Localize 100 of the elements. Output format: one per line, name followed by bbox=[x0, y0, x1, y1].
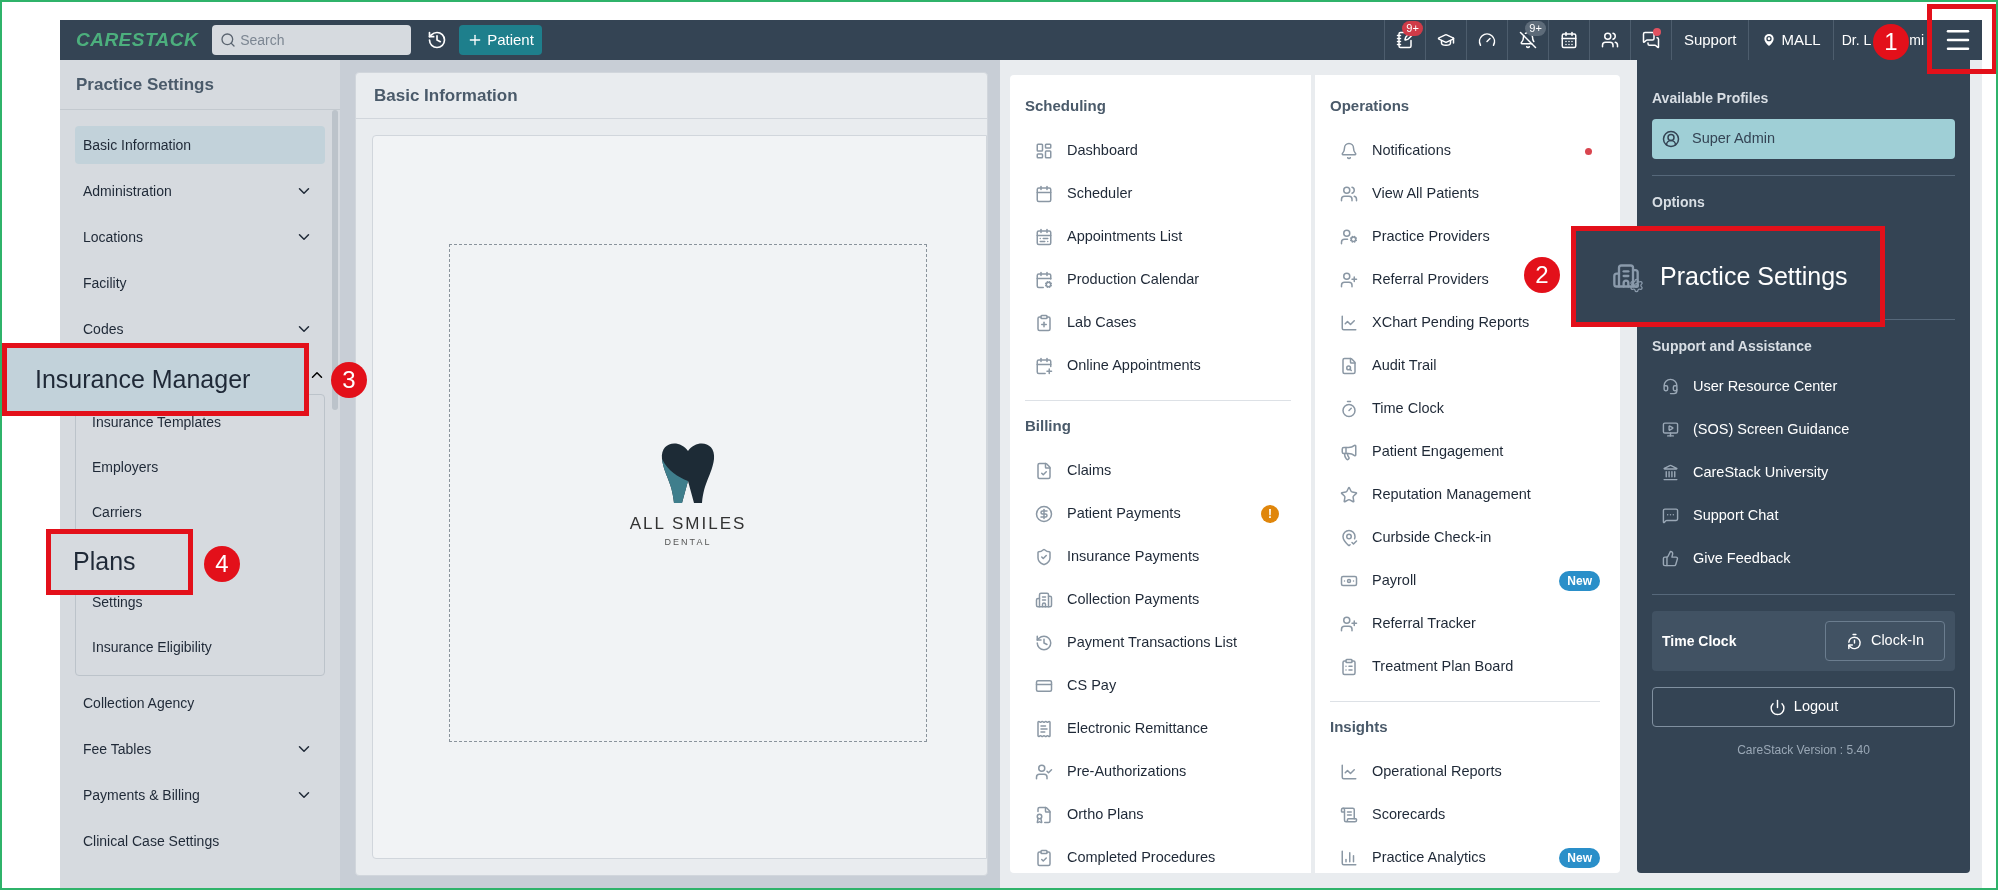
logo-name: ALL SMILES bbox=[629, 512, 747, 535]
file-search-icon bbox=[1340, 357, 1358, 375]
menu-item[interactable]: Payroll bbox=[1372, 570, 1417, 592]
sidebar-subitem[interactable]: Insurance Templates bbox=[92, 413, 221, 430]
graduation-cap-icon bbox=[1436, 31, 1455, 49]
logout-button[interactable]: Logout bbox=[1652, 687, 1955, 727]
practice-settings-link[interactable]: Practice Settings bbox=[1660, 257, 1848, 296]
sidebar-item[interactable]: Collection Agency bbox=[75, 692, 325, 714]
menu-item[interactable]: Scheduler bbox=[1067, 183, 1133, 205]
menu-item[interactable]: Treatment Plan Board bbox=[1372, 656, 1514, 678]
calendar-plus-icon bbox=[1035, 357, 1053, 375]
menu-item[interactable]: Operational Reports bbox=[1372, 760, 1502, 783]
menu-item[interactable]: Patient Payments bbox=[1067, 502, 1181, 525]
menu-item[interactable]: Payment Transactions List bbox=[1067, 631, 1238, 654]
timer-icon bbox=[1340, 400, 1358, 418]
calendar-gear-icon bbox=[1035, 271, 1053, 289]
support-link[interactable]: Support Chat bbox=[1693, 504, 1779, 527]
file-badge-icon bbox=[1035, 805, 1053, 824]
support-link[interactable]: CareStack University bbox=[1693, 461, 1829, 484]
megaphone-icon bbox=[1340, 443, 1358, 461]
sidebar-subitem[interactable]: Insurance Eligibility bbox=[92, 638, 212, 655]
user-circle-icon bbox=[1662, 130, 1680, 148]
menu-item[interactable]: Online Appointments bbox=[1067, 355, 1201, 377]
headset-icon bbox=[1662, 378, 1679, 395]
menu-item[interactable]: Patient Engagement bbox=[1372, 441, 1504, 463]
menu-item[interactable]: Lab Cases bbox=[1067, 312, 1137, 334]
shield-icon bbox=[1035, 547, 1053, 566]
section-title: Operations bbox=[1330, 96, 1411, 116]
scroll-icon bbox=[1340, 805, 1358, 824]
menu-item[interactable]: Referral Tracker bbox=[1372, 613, 1476, 635]
clock-icon[interactable] bbox=[427, 30, 448, 50]
sidebar-item[interactable]: Insurance Manager bbox=[35, 360, 251, 399]
logo-subtitle: DENTAL bbox=[664, 536, 712, 549]
menu-item[interactable]: Practice Providers bbox=[1372, 226, 1490, 248]
new-badge: New bbox=[1559, 847, 1600, 868]
menu-item[interactable]: Time Clock bbox=[1372, 398, 1444, 420]
support-link[interactable]: Give Feedback bbox=[1693, 547, 1791, 570]
calendar-icon bbox=[1035, 185, 1053, 203]
section-title: Insights bbox=[1330, 716, 1389, 737]
users-icon bbox=[1600, 31, 1619, 49]
sidebar-item[interactable]: Clinical Case Settings bbox=[75, 830, 325, 852]
user-plus-icon bbox=[1340, 271, 1358, 289]
menu-item[interactable]: Electronic Remittance bbox=[1067, 717, 1209, 740]
menu-item[interactable]: CS Pay bbox=[1067, 674, 1117, 697]
user-plus-icon bbox=[1340, 615, 1358, 633]
menu-item[interactable]: Claims bbox=[1067, 459, 1112, 482]
menu-item[interactable]: Curbside Check-in bbox=[1372, 527, 1492, 549]
version-text: CareStack Version : 5.40 bbox=[1736, 742, 1871, 759]
menu-item[interactable]: Ortho Plans bbox=[1067, 803, 1144, 826]
menu-item[interactable]: Notifications bbox=[1372, 140, 1451, 162]
sidebar-title: Practice Settings bbox=[76, 73, 214, 96]
menu-item[interactable]: Audit Trail bbox=[1372, 355, 1437, 377]
menu-item[interactable]: Pre-Authorizations bbox=[1067, 760, 1187, 783]
sidebar-subitem[interactable]: Employers bbox=[92, 458, 159, 475]
logo-upload-area[interactable]: ALL SMILES DENTAL bbox=[449, 244, 927, 742]
monitor-play-icon bbox=[1662, 421, 1679, 438]
receipt-icon bbox=[1035, 719, 1053, 738]
clock-in-button[interactable]: Clock-In bbox=[1825, 621, 1945, 661]
menu-item[interactable]: Completed Procedures bbox=[1067, 846, 1216, 869]
chat-icon bbox=[1662, 507, 1679, 524]
building-icon bbox=[1035, 590, 1053, 609]
count-badge: 9+ bbox=[1525, 21, 1546, 36]
user-check-icon bbox=[1035, 762, 1053, 781]
bar-chart-icon bbox=[1340, 848, 1358, 867]
sidebar-item[interactable]: Codes bbox=[75, 318, 325, 340]
sidebar-item[interactable]: Fee Tables bbox=[75, 738, 325, 760]
new-patient-button[interactable]: Patient bbox=[459, 25, 542, 55]
sidebar-subitem[interactable]: Carriers bbox=[92, 503, 142, 520]
menu-item[interactable]: Reputation Management bbox=[1372, 484, 1531, 506]
sidebar-item[interactable]: Basic Information bbox=[75, 126, 325, 164]
scrollbar[interactable] bbox=[332, 110, 338, 410]
user-name[interactable]: mi bbox=[1909, 29, 1924, 51]
menu-item[interactable]: Dashboard bbox=[1067, 140, 1138, 162]
menu-item[interactable]: XChart Pending Reports bbox=[1372, 312, 1530, 334]
notebook-pen-icon bbox=[1395, 31, 1414, 49]
support-link[interactable]: User Resource Center bbox=[1693, 375, 1838, 398]
sidebar-item[interactable]: Facility bbox=[75, 272, 325, 294]
section-title: Scheduling bbox=[1025, 96, 1107, 116]
menu-item[interactable]: Referral Providers bbox=[1372, 269, 1489, 291]
menu-item[interactable]: Practice Analytics bbox=[1372, 846, 1486, 869]
menu-item[interactable]: Collection Payments bbox=[1067, 588, 1200, 611]
sidebar-subitem[interactable]: Plans bbox=[73, 543, 136, 581]
menu-item[interactable]: Appointments List bbox=[1067, 226, 1183, 248]
sidebar-item[interactable]: Administration bbox=[75, 180, 325, 202]
menu-item[interactable]: Scorecards bbox=[1372, 803, 1446, 826]
sidebar-item[interactable]: Locations bbox=[75, 226, 325, 248]
bank-building-icon bbox=[1662, 464, 1679, 481]
dollar-icon bbox=[1035, 504, 1053, 523]
menu-item[interactable]: Production Calendar bbox=[1067, 269, 1200, 291]
user-name[interactable]: Dr. L bbox=[1841, 29, 1872, 51]
menu-item[interactable]: View All Patients bbox=[1372, 183, 1479, 205]
menu-item[interactable]: Insurance Payments bbox=[1067, 545, 1200, 568]
thumbs-up-icon bbox=[1662, 550, 1679, 567]
sidebar-subitem[interactable]: Settings bbox=[92, 593, 143, 610]
support-link[interactable]: (SOS) Screen Guidance bbox=[1693, 418, 1850, 441]
profile-option[interactable]: Super Admin bbox=[1652, 119, 1955, 159]
search-field[interactable]: Search bbox=[212, 25, 412, 55]
search-icon bbox=[220, 32, 237, 48]
user-gear-icon bbox=[1340, 228, 1358, 246]
sidebar-item[interactable]: Payments & Billing bbox=[75, 784, 325, 806]
